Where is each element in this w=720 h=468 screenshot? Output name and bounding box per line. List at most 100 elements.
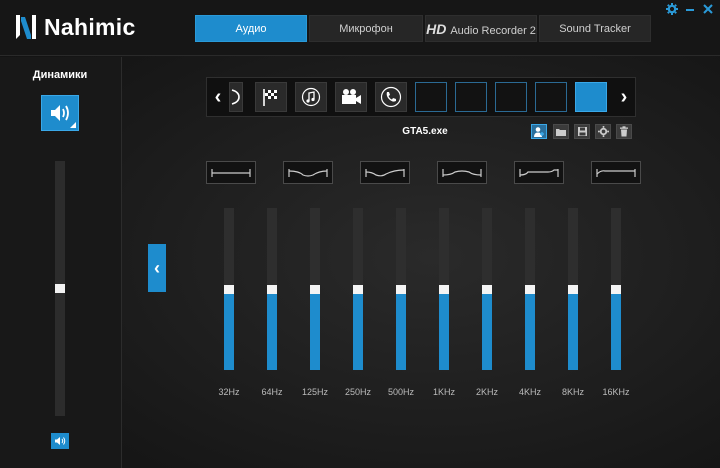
- phone-icon: [380, 86, 402, 108]
- eq-band-label: 500Hz: [387, 387, 414, 397]
- eq-band-fill: [267, 293, 277, 370]
- profiles-prev-button[interactable]: ‹: [209, 78, 227, 116]
- eq-band-fill: [353, 293, 363, 370]
- device-title: Динамики: [32, 69, 88, 81]
- eq-band-fill: [568, 293, 578, 370]
- save-profile-button[interactable]: [574, 124, 590, 139]
- profile-slot-racing[interactable]: [255, 82, 287, 112]
- tab-audio[interactable]: Аудио: [195, 15, 307, 42]
- gear-icon[interactable]: [666, 3, 678, 15]
- eq-band-label: 16KHz: [602, 387, 630, 397]
- eq-band-fill: [396, 293, 406, 370]
- tab-sound-tracker-label: Sound Tracker: [559, 23, 631, 35]
- bass-boost-preset[interactable]: [283, 161, 333, 184]
- eq-band-slider[interactable]: [310, 208, 320, 370]
- header-bar: Nahimic Аудио Микрофон HD Audio Recorder …: [0, 0, 720, 56]
- loudness-curve-icon: [519, 168, 559, 177]
- open-profile-button[interactable]: [553, 124, 569, 139]
- treble-boost-preset[interactable]: [360, 161, 410, 184]
- eq-band-label: 1KHz: [432, 387, 455, 397]
- profile-name: GTA5.exe: [402, 126, 448, 137]
- profile-slot-communication[interactable]: [375, 82, 407, 112]
- profile-slot-selected[interactable]: [575, 82, 607, 112]
- gear-icon: [597, 126, 609, 137]
- eq-band-label: 32Hz: [218, 387, 240, 397]
- flat-preset[interactable]: [206, 161, 256, 184]
- speaker-device-button[interactable]: [41, 95, 79, 131]
- eq-band-slider[interactable]: [396, 208, 406, 370]
- checkered-flag-icon: [263, 89, 277, 106]
- close-icon[interactable]: [702, 3, 714, 15]
- music-note-icon: [301, 87, 321, 107]
- profile-slot-music[interactable]: [295, 82, 327, 112]
- hd-badge: HD: [426, 21, 447, 37]
- profile-slot-empty-4[interactable]: [535, 82, 567, 112]
- profile-slot-empty-1[interactable]: [415, 82, 447, 112]
- profile-settings-button[interactable]: [595, 124, 611, 139]
- eq-band-slider[interactable]: [525, 208, 535, 370]
- eq-band-slider[interactable]: [224, 208, 234, 370]
- eq-band-fill: [611, 293, 621, 370]
- high-shelf-preset[interactable]: [591, 161, 641, 184]
- eq-band-slider[interactable]: [568, 208, 578, 370]
- profile-slot-movie[interactable]: [335, 82, 367, 112]
- eq-band-slider[interactable]: [482, 208, 492, 370]
- bass-boost-curve-icon: [288, 168, 328, 177]
- eq-band-thumb[interactable]: [310, 284, 320, 294]
- eq-band-thumb[interactable]: [267, 284, 277, 294]
- eq-band-label: 64Hz: [261, 387, 283, 397]
- eq-band-slider[interactable]: [611, 208, 621, 370]
- vocal-curve-icon: [442, 168, 482, 177]
- eq-band-slider[interactable]: [267, 208, 277, 370]
- vocal-preset[interactable]: [437, 161, 487, 184]
- window-controls: [666, 3, 714, 15]
- mute-button[interactable]: [51, 433, 69, 449]
- brand-name: Nahimic: [44, 13, 136, 40]
- tab-sound-tracker[interactable]: Sound Tracker: [539, 15, 651, 42]
- eq-band-slider[interactable]: [353, 208, 363, 370]
- tab-microphone[interactable]: Микрофон: [309, 15, 423, 42]
- eq-band-thumb[interactable]: [611, 284, 621, 294]
- eq-band-label: 2KHz: [475, 387, 498, 397]
- eq-band-fill: [525, 293, 535, 370]
- treble-boost-curve-icon: [365, 168, 405, 177]
- volume-icon: [55, 437, 66, 445]
- nahimic-logo-icon: [16, 15, 36, 39]
- eq-band-fill: [439, 293, 449, 370]
- eq-band-label: 4KHz: [518, 387, 541, 397]
- eq-band-thumb[interactable]: [525, 284, 535, 294]
- eq-band-thumb[interactable]: [568, 284, 578, 294]
- eq-band-thumb[interactable]: [224, 284, 234, 294]
- high-shelf-curve-icon: [596, 168, 636, 177]
- profile-slot-partial[interactable]: [229, 82, 243, 112]
- video-camera-icon: [342, 89, 361, 104]
- eq-band-thumb[interactable]: [396, 284, 406, 294]
- collapse-panel-button[interactable]: ‹: [148, 244, 166, 292]
- logo: Nahimic: [14, 12, 136, 42]
- delete-profile-button[interactable]: [616, 124, 632, 139]
- eq-band-thumb[interactable]: [482, 284, 492, 294]
- eq-band-label: 250Hz: [344, 387, 371, 397]
- trash-icon: [620, 126, 628, 137]
- tab-audio-recorder[interactable]: HD Audio Recorder 2: [425, 15, 537, 42]
- eq-band-thumb[interactable]: [439, 284, 449, 294]
- device-panel: Динамики: [0, 57, 122, 468]
- app-window: Nahimic Аудио Микрофон HD Audio Recorder …: [0, 0, 720, 468]
- add-user-icon: [534, 126, 544, 137]
- eq-band-thumb[interactable]: [353, 284, 363, 294]
- master-volume-thumb[interactable]: [55, 284, 65, 293]
- expand-corner-icon: [70, 122, 76, 128]
- partial-icon: [231, 89, 240, 105]
- profile-slot-empty-2[interactable]: [455, 82, 487, 112]
- eq-band-label: 8KHz: [561, 387, 584, 397]
- flat-curve-icon: [211, 168, 251, 177]
- profiles-next-button[interactable]: ›: [615, 78, 633, 116]
- tab-microphone-label: Микрофон: [339, 23, 393, 35]
- profile-slot-empty-3[interactable]: [495, 82, 527, 112]
- add-profile-button[interactable]: [531, 124, 547, 139]
- eq-band-slider[interactable]: [439, 208, 449, 370]
- loudness-preset[interactable]: [514, 161, 564, 184]
- minimize-icon[interactable]: [684, 3, 696, 15]
- save-icon: [577, 127, 587, 136]
- speaker-icon: [51, 105, 69, 121]
